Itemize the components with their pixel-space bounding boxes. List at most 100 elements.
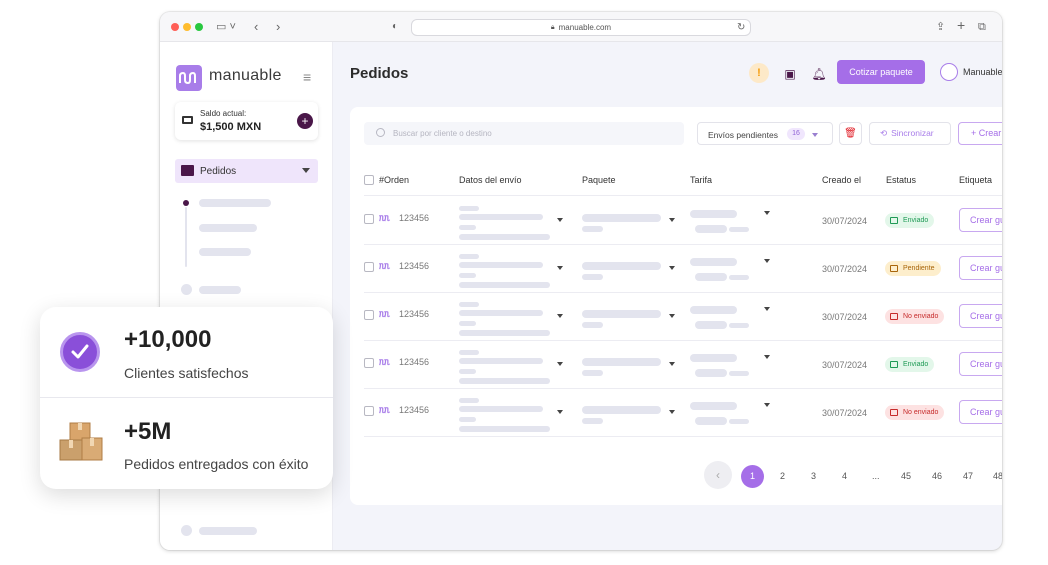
pagination-page[interactable]: 45 — [901, 471, 911, 481]
pagination-page[interactable]: 4 — [842, 471, 847, 481]
order-id[interactable]: 123456 — [399, 213, 429, 223]
placeholder-bar — [459, 225, 476, 230]
chevron-down-icon[interactable] — [669, 266, 675, 270]
chevron-down-icon[interactable] — [764, 307, 770, 311]
chevron-down-icon[interactable] — [764, 403, 770, 407]
manuable-logo-icon: ᥰᥰ — [379, 213, 390, 224]
chevron-down-icon[interactable] — [669, 314, 675, 318]
column-header[interactable]: Paquete — [582, 175, 616, 185]
zoom-window-button[interactable] — [195, 23, 203, 31]
reload-icon[interactable]: ↻ — [737, 19, 745, 37]
status-badge: Enviado — [885, 357, 935, 372]
row-checkbox[interactable] — [364, 262, 374, 272]
placeholder-bar — [695, 225, 727, 233]
create-label-button[interactable]: Crear guía — [959, 400, 1002, 424]
placeholder-bar — [582, 226, 603, 232]
notification-bell-icon[interactable]: 🔔︎ — [811, 66, 827, 82]
placeholder-bar — [582, 322, 603, 328]
chevron-down-icon[interactable] — [557, 410, 563, 414]
pagination-current-page[interactable]: 1 — [741, 465, 764, 488]
placeholder-bar — [459, 426, 550, 432]
row-checkbox[interactable] — [364, 310, 374, 320]
cotizar-paquete-button[interactable]: Cotizar paquete — [837, 60, 925, 84]
close-window-button[interactable] — [171, 23, 179, 31]
placeholder-bar — [582, 370, 603, 376]
create-label-button[interactable]: Crear guía — [959, 256, 1002, 280]
row-checkbox[interactable] — [364, 358, 374, 368]
pagination-prev-button[interactable]: ‹ — [704, 461, 732, 489]
lock-icon: 🔒︎ — [550, 23, 555, 31]
nav-item-placeholder[interactable] — [199, 286, 241, 294]
submenu-item-placeholder[interactable] — [199, 248, 251, 256]
submenu-item-placeholder[interactable] — [199, 199, 271, 207]
url-text: manuable.com — [558, 23, 612, 32]
address-bar[interactable]: 🔒︎ manuable.com — [411, 19, 751, 36]
placeholder-bar — [459, 206, 479, 211]
user-avatar[interactable] — [940, 63, 958, 81]
column-header[interactable]: Estatus — [886, 175, 916, 185]
chevron-down-icon[interactable] — [764, 355, 770, 359]
orders-panel: Buscar por cliente o destino Envíos pend… — [350, 107, 1002, 505]
nav-item-placeholder[interactable] — [199, 527, 257, 535]
placeholder-bar — [459, 273, 476, 278]
shield-icon[interactable]: ◐ — [392, 18, 398, 36]
search-input[interactable]: Buscar por cliente o destino — [364, 122, 684, 145]
create-label-button[interactable]: Crear guía — [959, 304, 1002, 328]
order-id[interactable]: 123456 — [399, 309, 429, 319]
row-checkbox[interactable] — [364, 406, 374, 416]
status-badge: No enviado — [885, 405, 945, 420]
row-checkbox[interactable] — [364, 214, 374, 224]
user-name[interactable]: Manuable — [963, 67, 1002, 77]
chevron-down-icon[interactable] — [669, 218, 675, 222]
back-icon[interactable]: ‹ — [254, 18, 258, 36]
pending-filter-dropdown[interactable]: Envíos pendientes 16 — [697, 122, 833, 145]
chevron-down-icon[interactable] — [557, 218, 563, 222]
pagination-page[interactable]: 3 — [811, 471, 816, 481]
column-header[interactable]: Tarifa — [690, 175, 712, 185]
chevron-down-icon[interactable] — [557, 314, 563, 318]
sync-button[interactable]: ⟲ Sincronizar — [869, 122, 951, 145]
chevron-down-icon[interactable] — [557, 362, 563, 366]
order-id[interactable]: 123456 — [399, 357, 429, 367]
placeholder-bar — [459, 254, 479, 259]
package-icon — [890, 409, 898, 416]
column-header[interactable]: #Orden — [379, 175, 409, 185]
new-tab-icon[interactable]: + — [957, 16, 965, 34]
delete-button[interactable]: 🗑︎ — [839, 122, 862, 145]
select-all-checkbox[interactable] — [364, 175, 374, 185]
chevron-down-icon[interactable] — [764, 211, 770, 215]
warning-icon[interactable]: ! — [749, 63, 769, 83]
gift-icon[interactable]: ▣ — [782, 66, 798, 82]
chevron-down-icon[interactable] — [669, 362, 675, 366]
sidebar-toggle-icon[interactable]: ▭ ˅ — [216, 18, 236, 36]
create-label-button[interactable]: Crear guía — [959, 352, 1002, 376]
order-id[interactable]: 123456 — [399, 261, 429, 271]
placeholder-bar — [459, 302, 479, 307]
column-header[interactable]: Datos del envío — [459, 175, 522, 185]
tab-overview-icon[interactable]: ⧉ — [978, 18, 986, 36]
order-id[interactable]: 123456 — [399, 405, 429, 415]
create-button[interactable]: + Crear — [958, 122, 1002, 145]
create-label-button[interactable]: Crear guía — [959, 208, 1002, 232]
chevron-down-icon[interactable] — [557, 266, 563, 270]
nav-item-icon-placeholder — [181, 525, 192, 536]
column-header[interactable]: Etiqueta — [959, 175, 992, 185]
share-icon[interactable]: ⇪ — [936, 18, 945, 36]
add-balance-button[interactable]: + — [297, 113, 313, 129]
pagination-page[interactable]: 2 — [780, 471, 785, 481]
placeholder-bar — [690, 354, 737, 362]
sidebar-item-pedidos[interactable]: Pedidos — [175, 159, 318, 183]
pagination-page[interactable]: 48 — [993, 471, 1002, 481]
placeholder-bar — [695, 273, 727, 281]
pagination-page[interactable]: 47 — [963, 471, 973, 481]
pagination-page[interactable]: 46 — [932, 471, 942, 481]
manuable-logo-icon: ᥰᥰ — [379, 261, 390, 272]
hamburger-menu-icon[interactable]: ≡ — [303, 69, 311, 85]
minimize-window-button[interactable] — [183, 23, 191, 31]
submenu-item-placeholder[interactable] — [199, 224, 257, 232]
column-header[interactable]: Creado el — [822, 175, 861, 185]
chevron-down-icon[interactable] — [764, 259, 770, 263]
forward-icon[interactable]: › — [276, 18, 280, 36]
logo-text: manuable — [209, 67, 282, 84]
chevron-down-icon[interactable] — [669, 410, 675, 414]
